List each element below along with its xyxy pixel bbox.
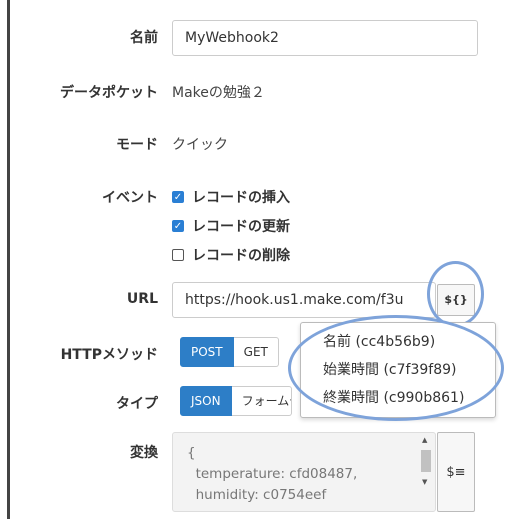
scroll-up-icon[interactable]: ▲ — [422, 436, 427, 444]
dropdown-item-start-time[interactable]: 始業時間 (c7f39f89) — [323, 359, 456, 379]
type-label: タイプ — [116, 396, 158, 412]
mode-value: クイック — [172, 137, 228, 153]
name-input[interactable]: MyWebhook2 — [172, 20, 478, 56]
checkbox-unchecked-icon[interactable] — [172, 249, 184, 261]
variable-dropdown: 名前 (cc4b56b9) 始業時間 (c7f39f89) 終業時間 (c990… — [300, 322, 496, 418]
event-insert-label: レコードの挿入 — [192, 190, 290, 206]
scroll-thumb[interactable] — [421, 450, 431, 472]
datastore-value: Makeの勉強２ — [172, 85, 265, 101]
event-delete-checkbox[interactable]: レコードの削除 — [172, 245, 290, 265]
transform-line: { — [187, 445, 196, 461]
transform-tool-button[interactable]: $≡ — [437, 432, 475, 512]
dropdown-item-name[interactable]: 名前 (cc4b56b9) — [323, 331, 435, 351]
type-json-button[interactable]: JSON — [180, 386, 232, 416]
textarea-scrollbar[interactable]: ▲ ▼ — [420, 434, 432, 490]
scroll-down-icon[interactable]: ▼ — [422, 478, 427, 486]
left-border — [7, 0, 10, 519]
event-label: イベント — [102, 190, 158, 206]
transform-line: humidity: c0754eef — [187, 487, 327, 503]
checkbox-checked-icon[interactable]: ✓ — [172, 220, 184, 232]
url-label: URL — [126, 291, 158, 307]
http-get-button[interactable]: GET — [233, 337, 279, 367]
http-method-toggle: POST GET — [180, 337, 279, 367]
checkbox-checked-icon[interactable]: ✓ — [172, 191, 184, 203]
event-update-label: レコードの更新 — [192, 219, 290, 235]
http-post-button[interactable]: POST — [180, 337, 234, 367]
event-insert-checkbox[interactable]: ✓ レコードの挿入 — [172, 187, 290, 207]
type-form-button[interactable]: フォームデ — [231, 386, 292, 416]
http-method-label: HTTPメソッド — [60, 347, 158, 363]
transform-label: 変換 — [130, 445, 158, 461]
insert-variable-button[interactable]: ${} — [437, 284, 475, 316]
event-update-checkbox[interactable]: ✓ レコードの更新 — [172, 216, 290, 236]
dropdown-item-end-time[interactable]: 終業時間 (c990b861) — [323, 387, 464, 407]
function-list-icon: $≡ — [446, 465, 466, 480]
name-label: 名前 — [130, 30, 158, 46]
url-input[interactable]: https://hook.us1.make.com/f3u — [172, 282, 436, 318]
mode-label: モード — [116, 137, 158, 153]
transform-textarea[interactable]: { temperature: cfd08487, humidity: c0754… — [172, 432, 436, 512]
event-delete-label: レコードの削除 — [192, 248, 290, 264]
type-toggle: JSON フォームデ — [180, 386, 292, 416]
transform-line: temperature: cfd08487, — [187, 466, 358, 482]
datastore-label: データポケット — [60, 85, 158, 101]
